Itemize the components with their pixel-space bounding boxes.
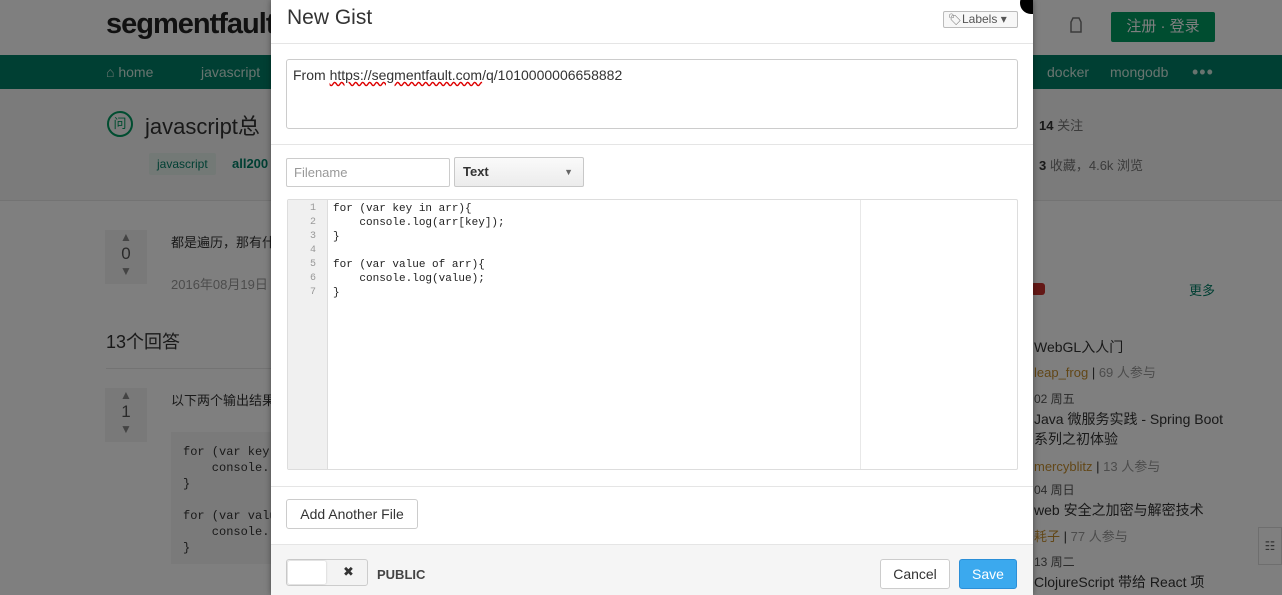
cancel-button[interactable]: Cancel <box>880 559 950 589</box>
divider <box>271 486 1033 487</box>
language-value: Text <box>463 164 489 179</box>
modal-header: New Gist 🏷Labels ▾ <box>271 0 1033 44</box>
line-number: 4 <box>309 245 316 256</box>
labels-label: Labels <box>961 12 998 26</box>
add-another-file-button[interactable]: Add Another File <box>286 499 418 529</box>
code-line: for (var key in arr){ <box>333 203 472 215</box>
line-number: 5 <box>309 259 316 270</box>
public-toggle[interactable]: ✖ <box>286 559 368 586</box>
description-prefix: From <box>293 67 330 83</box>
new-gist-modal: New Gist 🏷Labels ▾ From https://segmentf… <box>271 0 1033 595</box>
code-line: } <box>333 231 340 243</box>
modal-title: New Gist <box>287 6 373 29</box>
line-number: 3 <box>309 231 316 242</box>
tag-icon: 🏷 <box>948 14 962 26</box>
line-number-gutter: 1 2 3 4 5 6 7 <box>288 200 328 469</box>
save-button[interactable]: Save <box>959 559 1017 589</box>
line-number: 1 <box>309 203 316 214</box>
close-icon: ✖ <box>343 564 354 579</box>
caret-down-icon: ▾ <box>1000 12 1007 26</box>
description-url: https://segmentfault.com <box>329 67 483 83</box>
code-line: console.log(arr[key]); <box>333 217 505 229</box>
print-margin-line <box>860 200 861 469</box>
toggle-knob <box>288 561 326 584</box>
line-number: 6 <box>309 273 316 284</box>
language-select[interactable]: Text ▼ <box>454 157 584 187</box>
code-line: for (var value of arr){ <box>333 259 485 271</box>
visibility-label: PUBLIC <box>377 567 426 582</box>
description-textarea[interactable]: From https://segmentfault.com/q/10100000… <box>286 59 1018 129</box>
code-line: } <box>333 287 340 299</box>
divider <box>271 144 1033 145</box>
close-icon[interactable] <box>1018 0 1033 16</box>
code-line: console.log(value); <box>333 273 485 285</box>
caret-down-icon: ▼ <box>564 167 573 177</box>
description-suffix: /q/1010000006658882 <box>482 67 623 83</box>
labels-dropdown[interactable]: 🏷Labels ▾ <box>943 11 1018 28</box>
line-number: 2 <box>309 217 316 228</box>
line-number: 7 <box>309 287 316 298</box>
code-editor[interactable]: 1 2 3 4 5 6 7 for (var key in arr){ cons… <box>287 199 1018 470</box>
filename-input[interactable]: Filename <box>286 158 450 187</box>
